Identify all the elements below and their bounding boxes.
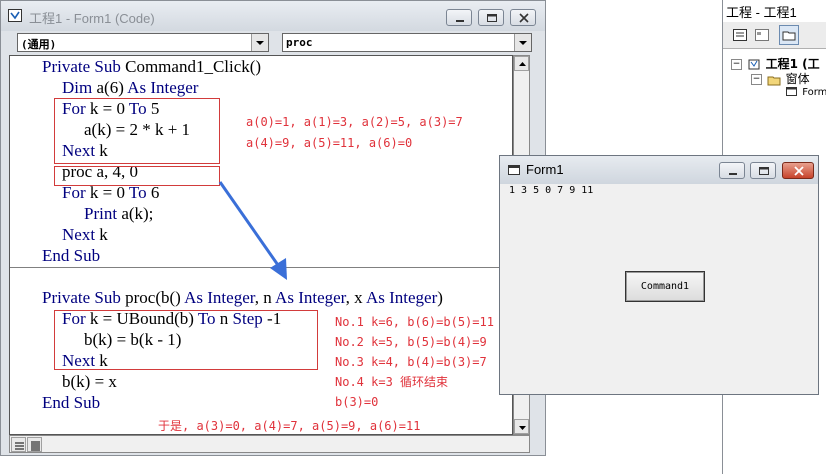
code-text: a(k);: [121, 204, 154, 223]
procedure-view-button[interactable]: [11, 437, 26, 452]
code-text: proc(b(): [125, 288, 185, 307]
code-text: Command1_Click(): [125, 57, 262, 76]
code-keyword: End Sub: [42, 246, 101, 265]
code-text: k: [99, 225, 108, 244]
code-line[interactable]: End Sub: [42, 393, 100, 413]
code-line[interactable]: Next k: [62, 225, 108, 245]
form-minimize-button[interactable]: [719, 162, 745, 179]
code-keyword: Private Sub: [42, 288, 126, 307]
form1-titlebar[interactable]: Form1: [500, 156, 818, 184]
code-line[interactable]: End Sub: [42, 246, 100, 266]
code-text: ): [437, 288, 443, 307]
step-note-2: No.2 k=5, b(5)=b(4)=9: [335, 335, 487, 349]
procedure-dropdown[interactable]: proc: [282, 33, 532, 52]
horizontal-scrollbar[interactable]: [9, 435, 530, 453]
form-item-label: Form: [802, 87, 826, 98]
form1-title: Form1: [526, 162, 564, 177]
view-code-button[interactable]: [731, 26, 749, 44]
code-titlebar[interactable]: 工程1 - Form1 (Code): [1, 1, 545, 31]
step-note-3: No.3 k=4, b(4)=b(3)=7: [335, 355, 487, 369]
scroll-up-icon: [519, 62, 526, 66]
object-dropdown-arrow[interactable]: [251, 34, 268, 51]
close-icon: [519, 13, 529, 23]
object-dropdown-value: (通用): [21, 38, 57, 51]
form-window-icon: [508, 165, 520, 175]
folder-icon: [782, 31, 796, 41]
command1-button[interactable]: Command1: [625, 271, 705, 302]
maximize-icon: [759, 167, 769, 175]
procedure-dropdown-value: proc: [286, 36, 313, 49]
forms-folder-label: 窗体: [785, 72, 810, 86]
full-module-view-icon: [31, 441, 40, 451]
step-note-1: No.1 k=6, b(6)=b(5)=11: [335, 315, 494, 329]
tree-item-form1[interactable]: Form: [785, 86, 826, 98]
result-note: 于是, a(3)=0, a(4)=7, a(5)=9, a(6)=11: [158, 419, 421, 433]
code-line[interactable]: Private Sub proc(b() As Integer, n As In…: [42, 288, 443, 308]
code-keyword: Private Sub: [42, 57, 126, 76]
code-keyword: As Integer: [127, 78, 199, 97]
code-text: a(6): [96, 78, 128, 97]
code-keyword: As Integer: [275, 288, 346, 307]
project-explorer-title: 工程 - 工程1: [726, 5, 797, 20]
proc-loop-highlight: [54, 310, 318, 370]
full-module-view-button[interactable]: [27, 437, 42, 452]
form1-window: Form1 1 3 5 0 7 9 11 Command1: [499, 155, 819, 395]
code-keyword: Dim: [62, 78, 97, 97]
code-line[interactable]: Print a(k);: [84, 204, 153, 224]
view-code-icon: [733, 29, 747, 41]
project-name: 工程1 (工: [765, 57, 820, 71]
maximize-button[interactable]: [478, 9, 504, 26]
tree-item-forms-folder[interactable]: − 窗体: [751, 70, 810, 87]
code-window-title: 工程1 - Form1 (Code): [29, 11, 155, 26]
code-keyword: End Sub: [42, 393, 101, 412]
close-icon: [794, 166, 804, 176]
chevron-down-icon: [519, 41, 527, 45]
minimize-icon: [456, 20, 464, 22]
code-line[interactable]: For k = 0 To 6: [62, 183, 159, 203]
step-note-4: No.4 k=3 循环结束: [335, 375, 449, 389]
code-line[interactable]: Dim a(6) As Integer: [62, 78, 198, 98]
code-line[interactable]: b(k) = x: [62, 372, 117, 392]
view-object-button[interactable]: [753, 26, 771, 44]
code-text: , x: [345, 288, 366, 307]
proc-call-highlight: [54, 166, 220, 186]
collapse-toggle-icon[interactable]: −: [751, 74, 762, 85]
init-values-note-1: a(0)=1, a(1)=3, a(2)=5, a(3)=7: [246, 115, 463, 129]
code-keyword: As Integer: [365, 288, 438, 307]
view-object-icon: [755, 29, 769, 41]
form-close-button[interactable]: [782, 162, 814, 179]
code-keyword: As Integer: [184, 288, 255, 307]
code-window-icon: [8, 9, 22, 22]
toggle-folders-button[interactable]: [779, 25, 799, 45]
code-keyword: Print: [84, 204, 122, 223]
flow-arrow: [218, 181, 287, 280]
maximize-icon: [487, 14, 497, 22]
close-button[interactable]: [510, 9, 536, 26]
code-line[interactable]: Private Sub Command1_Click(): [42, 57, 261, 77]
code-keyword: Next: [62, 225, 100, 244]
minimize-icon: [729, 173, 737, 175]
code-text: b(k) = x: [62, 372, 117, 391]
minimize-button[interactable]: [446, 9, 472, 26]
scroll-down-button[interactable]: [514, 419, 529, 434]
chevron-down-icon: [256, 41, 264, 45]
printed-output: 1 3 5 0 7 9 11: [509, 185, 594, 196]
code-text: , n: [254, 288, 276, 307]
object-dropdown[interactable]: (通用): [17, 33, 269, 52]
folder-icon: [767, 76, 781, 86]
project-toolbar: [723, 22, 826, 49]
form-icon: [786, 87, 797, 96]
for-loop-highlight: [54, 98, 220, 164]
procedure-view-icon: [15, 442, 24, 450]
collapse-toggle-icon[interactable]: −: [731, 59, 742, 70]
scroll-up-button[interactable]: [514, 56, 529, 71]
step-note-5: b(3)=0: [335, 395, 379, 409]
scroll-down-icon: [519, 426, 526, 430]
procedure-dropdown-arrow[interactable]: [514, 34, 531, 51]
form-maximize-button[interactable]: [750, 162, 776, 179]
init-values-note-2: a(4)=9, a(5)=11, a(6)=0: [246, 136, 413, 150]
